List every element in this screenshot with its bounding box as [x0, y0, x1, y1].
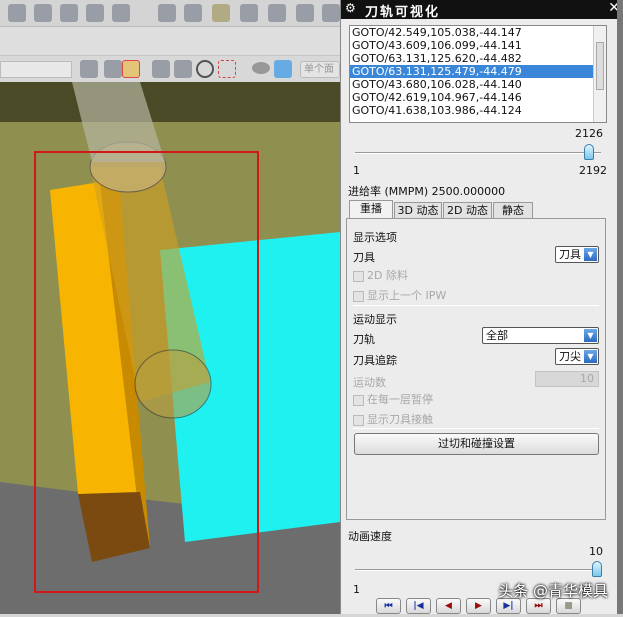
slider-min: 1	[353, 164, 360, 177]
toolbar-icon[interactable]	[112, 4, 130, 22]
gear-icon[interactable]: ⚙	[345, 1, 356, 15]
cube-view-icon[interactable]	[274, 60, 292, 78]
list-item[interactable]: GOTO/42.619,104.967,-44.146	[350, 91, 594, 104]
rectangle-select-icon[interactable]	[218, 60, 236, 78]
motion-display-heading: 运动显示	[353, 313, 397, 326]
gouge-collision-settings-button[interactable]: 过切和碰撞设置	[354, 433, 599, 455]
toolbar-icon[interactable]	[80, 60, 98, 78]
list-item[interactable]: GOTO/41.638,103.986,-44.124	[350, 104, 594, 117]
toolbar-icon[interactable]	[184, 4, 202, 22]
list-scrollbar[interactable]	[593, 26, 606, 122]
animation-speed-slider[interactable]	[355, 569, 601, 571]
slider-max: 2192	[579, 164, 607, 177]
tab-replay[interactable]: 重播	[349, 200, 393, 219]
slider-thumb[interactable]	[584, 144, 594, 160]
chevron-down-icon: ▼	[584, 329, 597, 342]
toolbar-icon[interactable]	[268, 4, 286, 22]
tab-static[interactable]: 静态	[493, 202, 533, 219]
replay-tab-panel: 显示选项 刀具 刀具 ▼ 2D 除料 显示上一个 IPW 运动显示 刀轨 全部 ▼ …	[346, 218, 606, 520]
motions-input[interactable]: 10	[535, 371, 599, 387]
speed-slider-min: 1	[353, 583, 360, 596]
show-previous-ipw-checkbox[interactable]: 显示上一个 IPW	[353, 287, 446, 303]
display-options-heading: 显示选项	[353, 231, 397, 244]
toolbar-icon[interactable]	[8, 4, 26, 22]
animation-speed-label: 动画速度	[348, 530, 392, 543]
list-item[interactable]: GOTO/43.609,106.099,-44.141	[350, 39, 594, 52]
toolbar-icon[interactable]	[296, 4, 314, 22]
feed-rate-label: 进给率 (MMPM) 2500.000000	[348, 185, 506, 198]
chevron-down-icon: ▼	[584, 248, 597, 261]
toolbar-icon[interactable]	[174, 60, 192, 78]
shading-icon[interactable]	[252, 62, 270, 74]
divider	[353, 428, 599, 429]
divider	[353, 305, 599, 306]
speed-current-value: 10	[589, 545, 603, 558]
toolbar-icon[interactable]	[158, 4, 176, 22]
dropdown-value: 刀尖	[559, 350, 581, 363]
tab-2d-dynamic[interactable]: 2D 动态	[443, 202, 492, 219]
play-button[interactable]: ▶	[466, 598, 491, 614]
tool-display-dropdown[interactable]: 刀具 ▼	[555, 246, 599, 263]
tool-trace-label: 刀具追踪	[353, 354, 397, 367]
toolbar-icon[interactable]	[34, 4, 52, 22]
play-reverse-button[interactable]: ◀	[436, 598, 461, 614]
show-tool-contact-checkbox[interactable]: 显示刀具接触	[353, 411, 433, 427]
list-item-selected[interactable]: GOTO/63.131,125.479,-44.479	[350, 65, 594, 78]
window-edge	[617, 0, 623, 614]
tool-trace-dropdown[interactable]: 刀尖 ▼	[555, 348, 599, 365]
toolbar-icon[interactable]	[86, 4, 104, 22]
2d-material-removal-checkbox[interactable]: 2D 除料	[353, 267, 408, 283]
tab-3d-dynamic[interactable]: 3D 动态	[394, 202, 442, 219]
toolbar-icon[interactable]	[60, 4, 78, 22]
toolbar-icon[interactable]	[240, 4, 258, 22]
list-item[interactable]: GOTO/63.131,125.620,-44.482	[350, 52, 594, 65]
dropdown-value: 全部	[486, 329, 508, 342]
face-rule-field[interactable]: 单个面	[300, 61, 340, 78]
dropdown-value: 刀具	[559, 248, 581, 261]
tool-label: 刀具	[353, 251, 375, 264]
step-back-button[interactable]: |◀	[406, 598, 431, 614]
toolbar-area	[0, 27, 340, 55]
dialog-titlebar[interactable]: ⚙ 刀轨可视化 ✕	[341, 0, 623, 20]
toolbar-icon[interactable]	[152, 60, 170, 78]
type-filter-dropdown[interactable]	[0, 61, 72, 78]
chevron-down-icon: ▼	[584, 350, 597, 363]
scrollbar-thumb[interactable]	[596, 42, 604, 90]
toolbar-icon[interactable]	[322, 4, 340, 22]
speed-slider-thumb[interactable]	[592, 561, 602, 577]
snap-point-icon[interactable]	[196, 60, 214, 78]
tool-path-visualization-dialog: ⚙ 刀轨可视化 ✕ GOTO/42.549,105.038,-44.147 GO…	[340, 0, 623, 614]
main-toolbar	[0, 0, 340, 27]
selection-filter-icon[interactable]	[122, 60, 140, 78]
path-dropdown[interactable]: 全部 ▼	[482, 327, 599, 344]
tool-path-list[interactable]: GOTO/42.549,105.038,-44.147 GOTO/43.609,…	[349, 25, 607, 123]
toolbar-icon[interactable]	[212, 4, 230, 22]
slider-current-value: 2126	[575, 127, 603, 140]
list-item[interactable]: GOTO/42.549,105.038,-44.147	[350, 26, 594, 39]
rewind-to-start-button[interactable]: ⏮	[376, 598, 401, 614]
list-item[interactable]: GOTO/43.680,106.028,-44.140	[350, 78, 594, 91]
toolbar-icon[interactable]	[104, 60, 122, 78]
tool-path-slider[interactable]	[355, 152, 601, 154]
path-label: 刀轨	[353, 333, 375, 346]
graphics-viewport[interactable]	[0, 82, 340, 614]
pause-each-layer-checkbox[interactable]: 在每一层暂停	[353, 391, 433, 407]
3d-model-view	[0, 82, 340, 614]
tool-tip	[134, 349, 212, 419]
selection-toolbar: 单个面	[0, 55, 340, 82]
watermark: 头条 @青华模具	[498, 582, 608, 600]
dialog-title: 刀轨可视化	[365, 5, 441, 20]
motions-label: 运动数	[353, 376, 386, 389]
